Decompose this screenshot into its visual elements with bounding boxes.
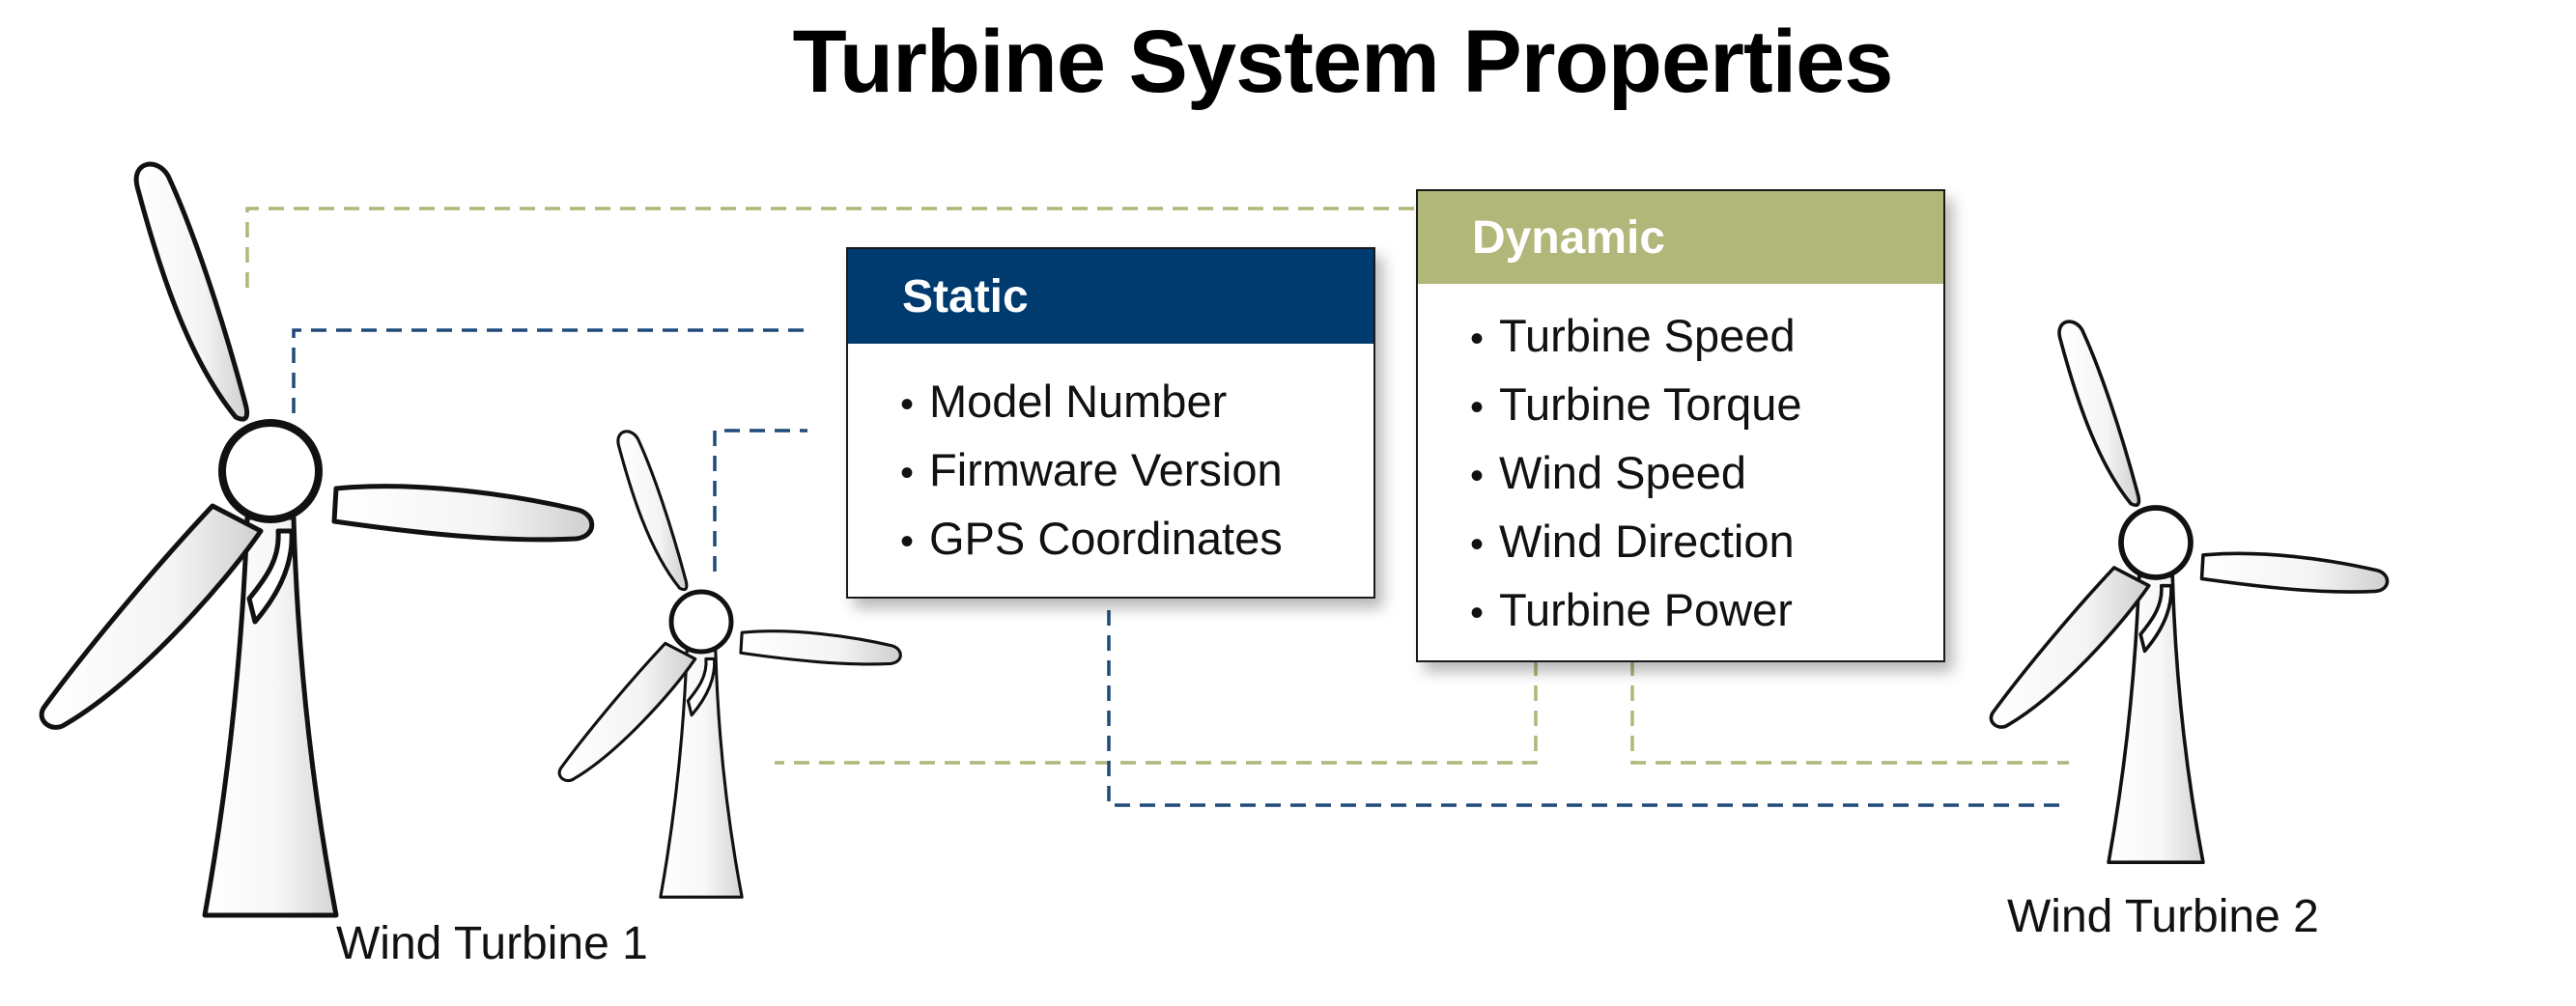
wind-turbine-1-icon (42, 164, 592, 915)
static-properties-list: • Model Number • Firmware Version • GPS Coo… (848, 344, 1373, 574)
list-item: • Turbine Power (1470, 584, 1793, 635)
dynamic-properties-list: • Turbine Speed • Turbine Torque • Wind Spe… (1418, 284, 1943, 646)
wind-turbine-1-label: Wind Turbine 1 (336, 918, 648, 969)
static-connector-turbine-1 (292, 328, 809, 413)
list-item: • GPS Coordinates (900, 513, 1283, 564)
list-item: • Firmware Version (900, 444, 1283, 495)
list-item: • Turbine Torque (1470, 378, 1802, 430)
dynamic-properties-card: Dynamic • Turbine Speed • Turbine Torque •… (1416, 189, 1945, 662)
dynamic-connector-turbine-small (775, 660, 1538, 765)
list-item: • Turbine Speed (1470, 310, 1796, 361)
wind-turbine-2-label: Wind Turbine 2 (2007, 891, 2319, 942)
list-item: • Wind Speed (1470, 447, 1747, 498)
wind-turbine-2-icon (1991, 321, 2387, 862)
dynamic-card-header: Dynamic (1418, 191, 1943, 284)
static-connector-turbine-small (713, 429, 807, 572)
list-item: • Model Number (900, 376, 1228, 427)
list-item: • Wind Direction (1470, 516, 1795, 567)
static-card-header: Static (848, 249, 1373, 344)
static-properties-card: Static • Model Number • Firmware Version •… (846, 247, 1375, 599)
